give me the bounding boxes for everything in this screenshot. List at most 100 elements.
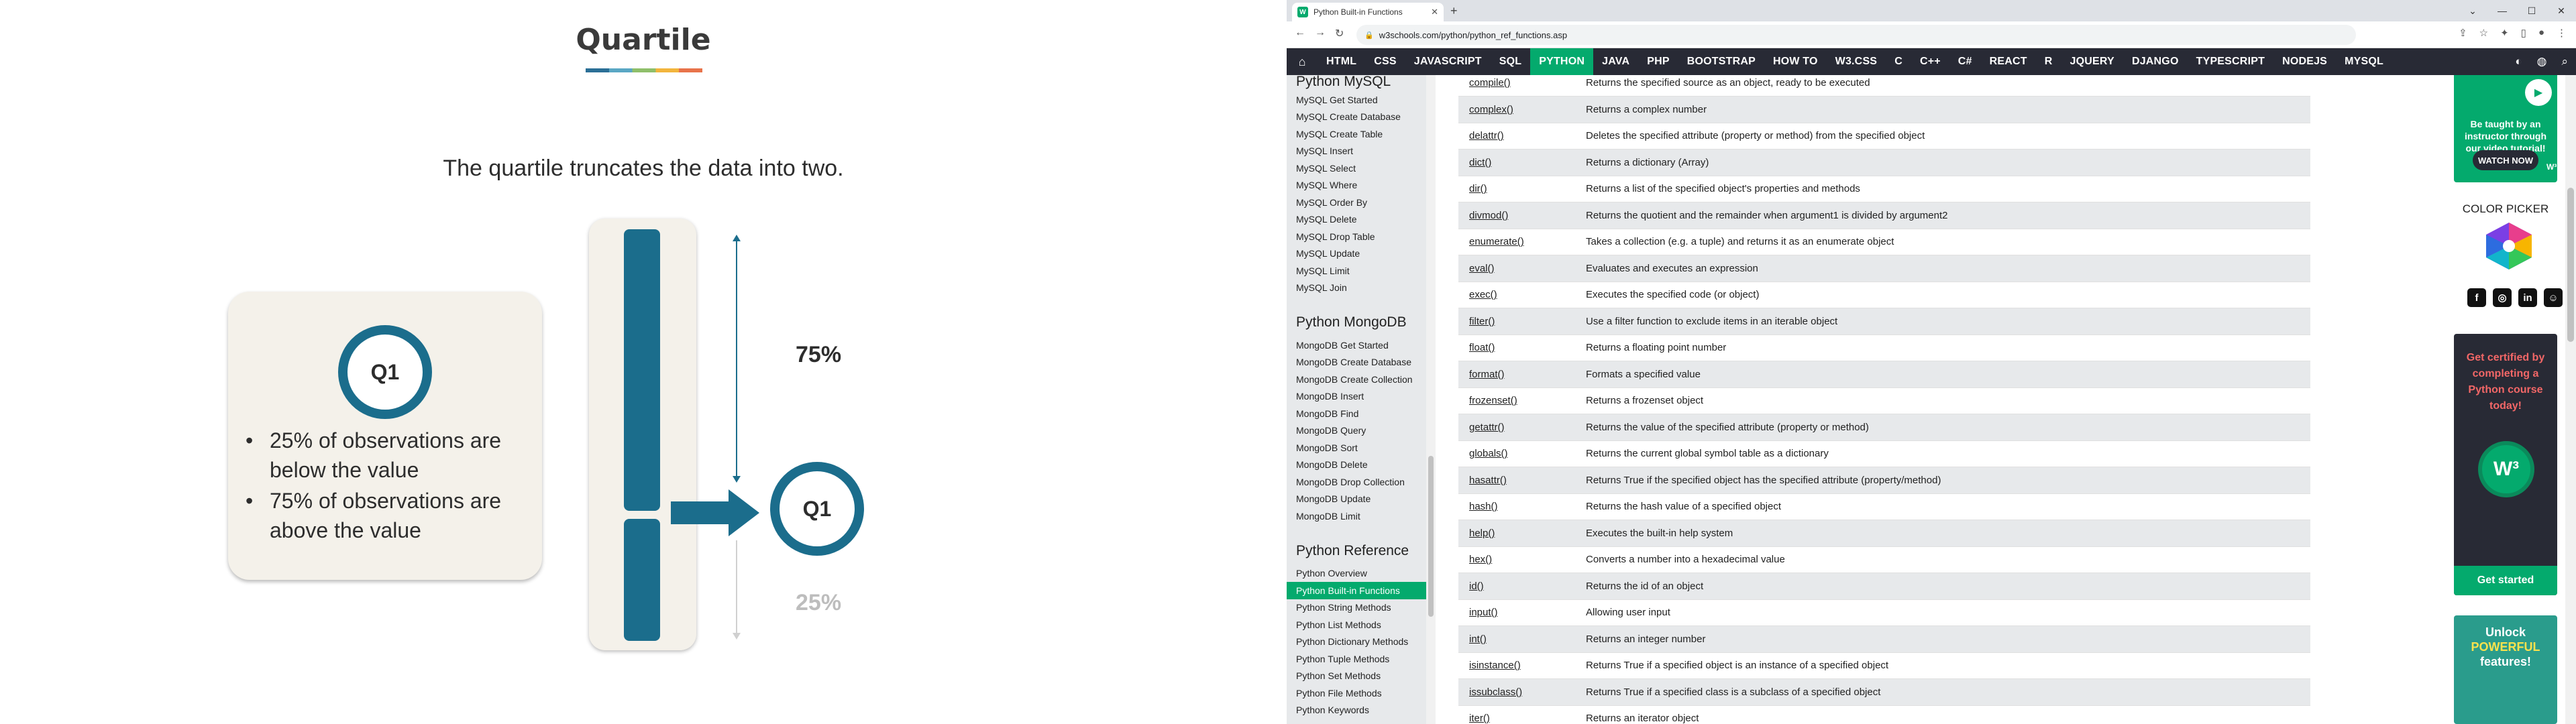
globe-icon[interactable]: ◍ <box>2537 55 2547 68</box>
forward-icon[interactable]: → <box>1315 27 1326 39</box>
function-link[interactable]: float() <box>1458 335 1586 361</box>
sidebar-item[interactable]: MySQL Order By <box>1287 194 1426 211</box>
sidebar-scrollbar[interactable] <box>1426 75 1436 724</box>
topnav-item[interactable]: C++ <box>1911 48 1949 75</box>
function-link[interactable]: getattr() <box>1458 414 1586 441</box>
function-link[interactable]: issubclass() <box>1458 678 1586 706</box>
sidebar-item[interactable]: MongoDB Query <box>1287 422 1426 440</box>
share-icon[interactable]: ⇪ <box>2459 27 2467 39</box>
sidebar-item[interactable]: MySQL Select <box>1287 160 1426 177</box>
function-link[interactable]: hash() <box>1458 493 1586 520</box>
function-link[interactable]: help() <box>1458 520 1586 547</box>
function-link[interactable]: delattr() <box>1458 123 1586 149</box>
sidebar-item[interactable]: MySQL Update <box>1287 245 1426 263</box>
function-link[interactable]: hasattr() <box>1458 467 1586 494</box>
sidebar-item[interactable]: MySQL Get Started <box>1287 91 1426 109</box>
sidebar-item[interactable]: Python File Methods <box>1287 684 1426 702</box>
topnav-item[interactable]: W3.CSS <box>1827 48 1886 75</box>
sidebar-item[interactable]: MySQL Insert <box>1287 143 1426 160</box>
chevron-down-icon[interactable]: ⌄ <box>2458 0 2487 21</box>
watch-now-button[interactable]: WATCH NOW <box>2473 150 2538 170</box>
function-link[interactable]: compile() <box>1458 75 1586 97</box>
page-scroll-thumb[interactable] <box>2567 188 2574 342</box>
sidebar-item[interactable]: MySQL Create Database <box>1287 109 1426 126</box>
unlock-features-ad[interactable]: Unlock POWERFUL features! <box>2454 615 2557 724</box>
instagram-icon[interactable]: ◎ <box>2493 288 2512 307</box>
get-started-button[interactable]: Get started <box>2454 566 2557 595</box>
close-icon[interactable]: ✕ <box>1431 7 1438 17</box>
sidebar-item[interactable]: Python Dictionary Methods <box>1287 634 1426 651</box>
topnav-item[interactable]: JAVASCRIPT <box>1405 48 1491 75</box>
function-link[interactable]: format() <box>1458 361 1586 388</box>
topnav-item[interactable]: SQL <box>1491 48 1531 75</box>
sidebar-item[interactable]: Python Keywords <box>1287 702 1426 719</box>
sidebar-item[interactable]: Python String Methods <box>1287 599 1426 617</box>
sidebar-item-active[interactable]: Python Built-in Functions <box>1287 582 1426 599</box>
contrast-icon[interactable]: ◐ <box>2515 55 2522 68</box>
certification-ad[interactable]: Get certified by completing a Python cou… <box>2454 334 2557 595</box>
sidebar-item[interactable]: Python Exceptions <box>1287 719 1426 724</box>
sidebar-item[interactable]: MongoDB Find <box>1287 405 1426 422</box>
sidebar-item[interactable]: Python List Methods <box>1287 616 1426 634</box>
sidebar-item[interactable]: MySQL Join <box>1287 280 1426 297</box>
sidebar-item[interactable]: MySQL Delete <box>1287 211 1426 229</box>
function-link[interactable]: id() <box>1458 572 1586 600</box>
sidebar-item[interactable]: MongoDB Create Collection <box>1287 371 1426 388</box>
function-link[interactable]: enumerate() <box>1458 229 1586 255</box>
function-link[interactable]: complex() <box>1458 96 1586 123</box>
sidebar-item[interactable]: MongoDB Insert <box>1287 388 1426 406</box>
function-link[interactable]: hex() <box>1458 546 1586 573</box>
sidebar-scroll-thumb[interactable] <box>1428 456 1434 617</box>
topnav-item[interactable]: HOW TO <box>1764 48 1827 75</box>
topnav-item[interactable]: NODEJS <box>2273 48 2336 75</box>
topnav-item-active[interactable]: PYTHON <box>1530 48 1594 75</box>
search-icon[interactable]: ⌕ <box>2561 55 2568 68</box>
sidebar-item[interactable]: MySQL Limit <box>1287 262 1426 280</box>
linkedin-icon[interactable]: in <box>2518 288 2537 307</box>
function-link[interactable]: filter() <box>1458 308 1586 335</box>
topnav-item[interactable]: REACT <box>1981 48 2036 75</box>
star-icon[interactable]: ☆ <box>2479 27 2488 39</box>
video-tutorial-ad[interactable]: ▶ Be taught by an instructor through our… <box>2454 75 2557 182</box>
menu-icon[interactable]: ⋮ <box>2557 27 2567 39</box>
browser-tab[interactable]: W Python Built-in Functions ✕ <box>1292 3 1444 21</box>
topnav-item[interactable]: DJANGO <box>2123 48 2188 75</box>
sidebar-item[interactable]: MySQL Drop Table <box>1287 228 1426 245</box>
function-link[interactable]: exec() <box>1458 282 1586 308</box>
minimize-icon[interactable]: — <box>2487 0 2517 21</box>
color-picker-icon[interactable] <box>2482 221 2536 271</box>
sidebar-item[interactable]: Python Set Methods <box>1287 668 1426 685</box>
sidebar-icon[interactable]: ▯ <box>2521 27 2526 39</box>
sidebar-item[interactable]: MongoDB Get Started <box>1287 337 1426 354</box>
function-link[interactable]: eval() <box>1458 255 1586 282</box>
topnav-item[interactable]: BOOTSTRAP <box>1678 48 1764 75</box>
page-scrollbar[interactable] <box>2565 75 2576 724</box>
function-link[interactable]: iter() <box>1458 705 1586 724</box>
url-input[interactable]: 🔒 w3schools.com/python/python_ref_functi… <box>1356 25 2356 45</box>
function-link[interactable]: frozenset() <box>1458 387 1586 414</box>
play-icon[interactable]: ▶ <box>2525 79 2552 106</box>
extensions-icon[interactable]: ✦ <box>2500 27 2509 39</box>
sidebar-item[interactable]: Python Overview <box>1287 565 1426 583</box>
topnav-item[interactable]: R <box>2036 48 2061 75</box>
sidebar-item[interactable]: MongoDB Drop Collection <box>1287 473 1426 491</box>
reload-icon[interactable]: ↻ <box>1335 27 1344 40</box>
topnav-item[interactable]: C <box>1886 48 1911 75</box>
close-window-icon[interactable]: ✕ <box>2546 0 2576 21</box>
sidebar-item[interactable]: MongoDB Update <box>1287 491 1426 508</box>
function-link[interactable]: globals() <box>1458 440 1586 467</box>
home-icon[interactable]: ⌂ <box>1287 48 1318 75</box>
sidebar-item[interactable]: MongoDB Sort <box>1287 439 1426 457</box>
discord-icon[interactable]: ☺ <box>2544 288 2563 307</box>
maximize-icon[interactable]: ☐ <box>2517 0 2546 21</box>
sidebar-item[interactable]: MySQL Create Table <box>1287 125 1426 143</box>
facebook-icon[interactable]: f <box>2467 288 2486 307</box>
topnav-item[interactable]: CSS <box>1365 48 1405 75</box>
topnav-item[interactable]: JQUERY <box>2061 48 2123 75</box>
topnav-item[interactable]: PHP <box>1638 48 1678 75</box>
sidebar-item[interactable]: MongoDB Delete <box>1287 457 1426 474</box>
topnav-item[interactable]: MYSQL <box>2336 48 2392 75</box>
color-picker-label[interactable]: COLOR PICKER <box>2446 202 2565 216</box>
back-icon[interactable]: ← <box>1295 27 1305 39</box>
function-link[interactable]: dir() <box>1458 176 1586 202</box>
